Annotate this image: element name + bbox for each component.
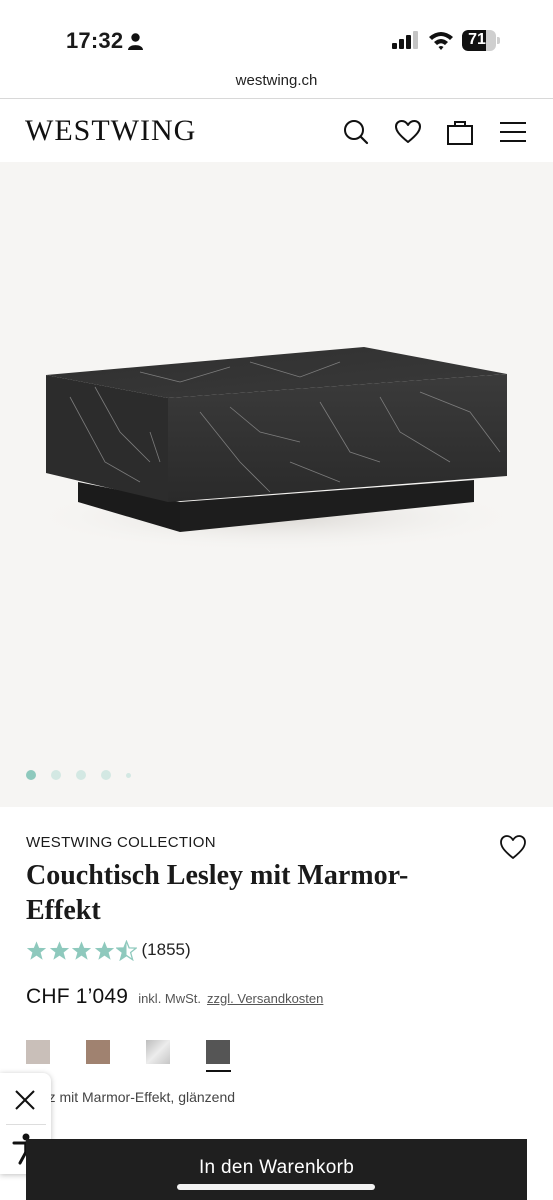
product-image-gallery[interactable] xyxy=(0,162,553,807)
bag-icon[interactable] xyxy=(446,118,474,146)
heart-icon[interactable] xyxy=(394,118,422,146)
menu-icon[interactable] xyxy=(499,118,527,146)
signal-icon xyxy=(392,31,418,49)
search-icon[interactable] xyxy=(342,118,370,146)
gallery-dot-3[interactable] xyxy=(76,770,86,780)
product-brand[interactable]: WESTWING COLLECTION xyxy=(26,834,216,851)
star-icon xyxy=(71,940,92,960)
status-bar: 17:32 71 xyxy=(0,0,553,64)
battery-icon: 71 xyxy=(462,30,500,51)
divider xyxy=(6,1124,46,1125)
star-icon xyxy=(26,940,47,960)
divider xyxy=(0,98,553,99)
product-image[interactable] xyxy=(0,162,553,807)
person-icon xyxy=(128,33,143,50)
review-count[interactable]: (1855) xyxy=(142,940,191,960)
price-row: CHF 1’049 inkl. MwSt. zzgl. Versandkoste… xyxy=(26,985,323,1009)
url-bar[interactable]: westwing.ch xyxy=(0,68,553,98)
half-star-icon xyxy=(116,939,137,961)
close-icon[interactable] xyxy=(10,1085,40,1115)
star-icon xyxy=(94,940,114,960)
swatch-black-marble[interactable] xyxy=(206,1040,230,1064)
shipping-cost-link[interactable]: zzgl. Versandkosten xyxy=(207,991,323,1006)
selected-swatch-indicator xyxy=(206,1070,231,1072)
star-icon xyxy=(49,940,69,960)
selected-variant-label: warz mit Marmor-Effekt, glänzend xyxy=(26,1089,236,1105)
swatch-light-beige-marble[interactable] xyxy=(26,1040,50,1064)
site-logo[interactable]: WESTWING xyxy=(25,114,196,148)
home-indicator[interactable] xyxy=(177,1184,375,1190)
battery-level: 71 xyxy=(468,31,486,48)
swatch-brown[interactable] xyxy=(86,1040,110,1064)
wishlist-heart-icon[interactable] xyxy=(499,834,527,860)
gallery-pagination xyxy=(26,768,146,782)
wifi-icon xyxy=(429,32,453,50)
tax-note: inkl. MwSt. xyxy=(138,991,202,1006)
gallery-dot-5[interactable] xyxy=(126,772,131,778)
status-time: 17:32 xyxy=(66,28,124,53)
swatch-light-marble[interactable] xyxy=(146,1040,170,1064)
gallery-dot-2[interactable] xyxy=(51,770,61,780)
add-to-cart-button[interactable]: In den Warenkorb xyxy=(26,1139,527,1200)
gallery-dot-1[interactable] xyxy=(26,770,36,780)
product-rating[interactable]: (1855) xyxy=(26,937,191,963)
product-price: CHF 1’049 xyxy=(26,985,129,1008)
product-title: Couchtisch Lesley mit Marmor-Effekt xyxy=(26,860,409,926)
gallery-dot-4[interactable] xyxy=(101,770,111,780)
site-header: WESTWING xyxy=(0,100,553,162)
